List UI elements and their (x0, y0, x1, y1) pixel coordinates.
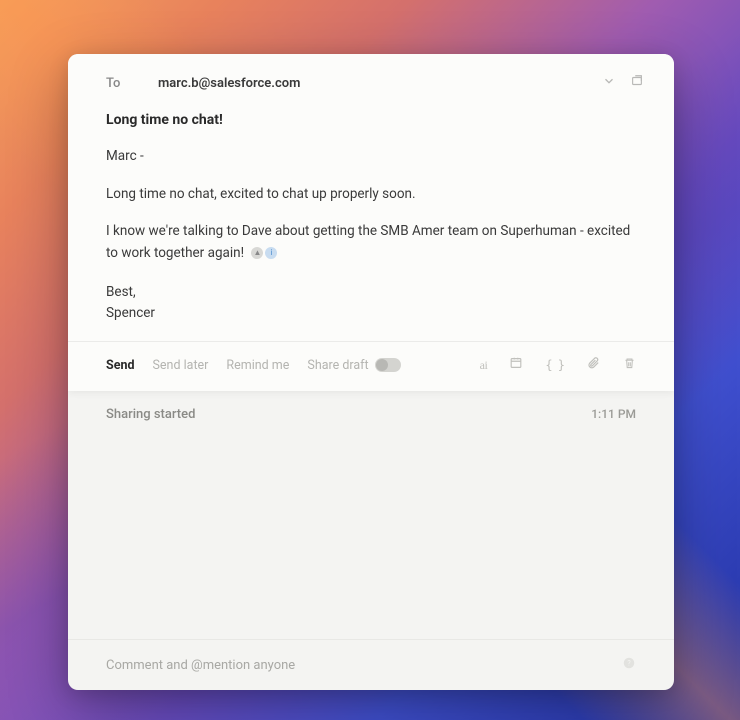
email-body[interactable]: Marc - Long time no chat, excited to cha… (68, 138, 674, 341)
share-draft-toggle[interactable] (375, 358, 401, 372)
body-paragraph-1: Long time no chat, excited to chat up pr… (106, 184, 636, 206)
activity-label: Sharing started (106, 407, 591, 422)
lock-badge-icon: ▲ (251, 247, 263, 259)
compose-action-bar: Send Send later Remind me Share draft ai… (68, 341, 674, 391)
snippet-icon[interactable]: { } (545, 358, 564, 372)
body-paragraph-2: I know we're talking to Dave about getti… (106, 221, 636, 264)
subject-field[interactable]: Long time no chat! (68, 104, 674, 138)
activity-timestamp: 1:11 PM (591, 407, 636, 421)
to-actions (602, 74, 644, 92)
ai-icon[interactable]: ai (480, 358, 488, 373)
attachment-icon[interactable] (586, 356, 601, 375)
to-recipient[interactable]: marc.b@salesforce.com (158, 76, 602, 91)
activity-feed-area (68, 432, 674, 639)
signature-name: Spencer (106, 303, 636, 323)
send-button[interactable]: Send (106, 358, 135, 373)
to-field-row: To marc.b@salesforce.com (68, 54, 674, 104)
info-badge-icon: i (265, 247, 277, 259)
send-later-button[interactable]: Send later (153, 358, 209, 373)
activity-row: Sharing started 1:11 PM (68, 391, 674, 432)
share-draft-label: Share draft (307, 358, 368, 373)
to-label: To (106, 76, 158, 91)
calendar-icon[interactable] (509, 356, 523, 374)
signature-block: Best, Spencer (106, 282, 636, 323)
body-greeting: Marc - (106, 146, 636, 168)
share-draft-control[interactable]: Share draft (307, 358, 400, 373)
help-icon[interactable]: ? (622, 656, 636, 674)
popout-icon[interactable] (630, 74, 644, 92)
signature-closing: Best, (106, 282, 636, 302)
email-compose-window: To marc.b@salesforce.com Long time no ch… (68, 54, 674, 690)
inline-indicator-badges: ▲ i (251, 247, 277, 259)
comment-bar[interactable]: Comment and @mention anyone ? (68, 639, 674, 690)
compose-card: To marc.b@salesforce.com Long time no ch… (68, 54, 674, 391)
remind-me-button[interactable]: Remind me (226, 358, 289, 373)
trash-icon[interactable] (623, 357, 636, 374)
action-bar-left: Send Send later Remind me Share draft (106, 358, 401, 373)
chevron-down-icon[interactable] (602, 74, 616, 92)
comment-input[interactable]: Comment and @mention anyone (106, 658, 622, 673)
action-bar-right: ai { } (480, 356, 636, 375)
